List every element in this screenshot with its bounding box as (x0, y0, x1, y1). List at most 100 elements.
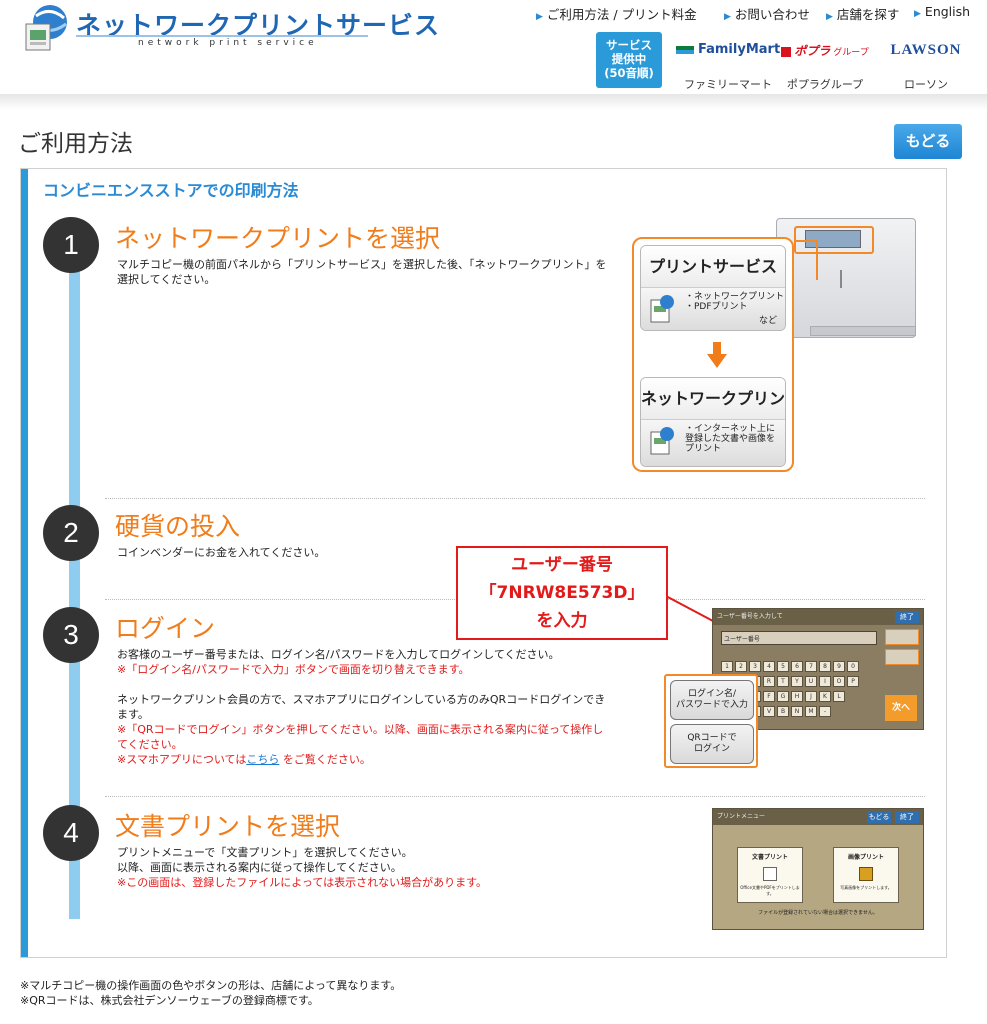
familymart-logo: FamilyMart (676, 42, 780, 64)
callout-line: を入力 (536, 611, 588, 631)
store-poplar[interactable]: ポプラ グループ ポプラグループ (780, 42, 870, 92)
nav-label: お問い合わせ (734, 7, 810, 22)
button-line: ログイン (693, 744, 730, 754)
globe-printer-icon (25, 5, 67, 51)
network-print-box: ネットワークプリント ・インターネット上に 登録した文書や画像を プリント (640, 377, 786, 467)
login-note: ※「ログイン名/パスワードで入力」ボタンで画面を切り替えできます。 (117, 663, 470, 676)
panel-heading: コンビニエンスストアでの印刷方法 (43, 181, 299, 200)
document-print-card: 文書プリント Office文書やPDFをプリントします。 (737, 847, 803, 903)
image-print-card: 画像プリント 写真画像をプリントします。 (833, 847, 899, 903)
badge-line: サービス (606, 38, 652, 52)
nav-usage-pricing[interactable]: ▶ ご利用方法 / プリント料金 (536, 4, 697, 23)
footer-note: ※QRコードは、株式会社デンソーウェーブの登録商標です。 (20, 994, 319, 1007)
footer-notes: ※マルチコピー機の操作画面の色やボタンの形は、店舗によって異なります。 ※QRコ… (20, 978, 401, 1008)
poplar-mark-icon (781, 46, 792, 57)
button-line: QRコードで (687, 733, 737, 743)
step-divider (105, 498, 925, 499)
nav-label: English (924, 4, 971, 19)
print-menu-screen: プリントメニュー もどる 終了 文書プリント Office文書やPDFをプリント… (712, 808, 924, 930)
arrow-down-icon (707, 342, 727, 368)
page-title: ご利用方法 (18, 131, 133, 157)
site-logo[interactable]: ネットワークプリントサービス network print service (18, 0, 439, 60)
user-number-callout: ユーザー番号 「7NRW8E573D」 を入力 (456, 546, 668, 640)
store-familymart[interactable]: FamilyMart ファミリーマート (676, 42, 780, 92)
step-description: お客様のユーザー番号または、ログイン名/パスワードを入力してログインしてください… (117, 647, 613, 767)
logo-subtitle: network print service (138, 38, 318, 48)
step-title: ログイン (115, 614, 216, 643)
app-note: ※スマホアプリについてはこちら をご覧ください。 (117, 752, 613, 767)
photo-icon (859, 867, 873, 881)
step-divider (105, 796, 925, 797)
button-line: ログイン名/ (687, 689, 737, 699)
store-lawson[interactable]: LAWSON ローソン (876, 42, 976, 92)
step-description: マルチコピー機の前面パネルから「プリントサービス」を選択した後、「ネットワークプ… (117, 258, 607, 286)
box-title: ネットワークプリント (641, 378, 785, 420)
user-number-field: ユーザー番号 (721, 631, 877, 645)
site-header: ネットワークプリントサービス network print service ▶ ご利… (0, 0, 987, 96)
poplar-logo: ポプラ グループ (780, 42, 870, 64)
badge-line: (50音順) (604, 66, 654, 80)
nav-contact[interactable]: ▶ お問い合わせ (724, 4, 810, 23)
menu-instruction: プリントメニューで「文書プリント」を選択してください。 (117, 846, 413, 859)
box-lines: ・インターネット上に 登録した文書や画像を プリント (685, 424, 775, 454)
step-number-badge: 4 (43, 805, 99, 861)
app-note-text: ※スマホアプリについては (117, 753, 247, 766)
card-title: 画像プリント (847, 854, 884, 861)
nav-find-store[interactable]: ▶ 店舗を探す (826, 4, 899, 23)
highlight-connector (794, 240, 818, 280)
app-info-link[interactable]: こちら (246, 753, 279, 766)
document-globe-icon (650, 427, 674, 455)
nav-label: ご利用方法 / プリント料金 (546, 7, 697, 22)
nav-label: 店舗を探す (836, 7, 900, 22)
back-button[interactable]: もどる (894, 124, 962, 159)
key-row: 1234567890 (721, 653, 881, 672)
panel-accent-bar (21, 169, 28, 957)
step-number-badge: 3 (43, 607, 99, 663)
qr-login-button: QRコードで ログイン (670, 724, 754, 764)
box-more: など (758, 316, 777, 326)
store-name: ローソン (904, 78, 948, 91)
card-title: 文書プリント (751, 854, 788, 861)
app-note-text: をご覧ください。 (279, 753, 371, 766)
login-name-password-button: ログイン名/ パスワードで入力 (670, 680, 754, 720)
document-icon (763, 867, 777, 881)
box-body: ・インターネット上に 登録した文書や画像を プリント (641, 420, 785, 466)
familymart-stripe-icon (676, 45, 694, 54)
side-button (885, 629, 919, 645)
end-button: 終了 (895, 611, 919, 623)
card-sub: 写真画像をプリントします。 (840, 885, 892, 890)
box-line: ・ネットワークプリント (685, 292, 785, 302)
store-logo-text: FamilyMart (698, 42, 781, 57)
nav-english[interactable]: ▶ English (914, 4, 970, 19)
login-instruction: お客様のユーザー番号または、ログイン名/パスワードを入力してログインしてください… (117, 648, 560, 661)
step-title: ネットワークプリントを選択 (115, 224, 441, 253)
lawson-logo: LAWSON (890, 42, 962, 58)
next-button: 次へ (885, 695, 917, 721)
footer-note: ※マルチコピー機の操作画面の色やボタンの形は、店舗によって異なります。 (20, 979, 402, 992)
step-description: プリントメニューで「文書プリント」を選択してください。 以降、画面に表示される案… (117, 845, 613, 890)
qr-login-note: ※「QRコードでログイン」ボタンを押してください。以降、画面に表示される案内に従… (117, 723, 604, 751)
box-line: プリント (685, 444, 722, 454)
box-title: プリントサービス (641, 246, 785, 288)
card-sub: Office文書やPDFをプリントします。 (740, 885, 800, 896)
back-mini-button: もどる (867, 811, 891, 823)
service-available-badge: サービス 提供中 (50音順) (596, 32, 662, 88)
box-line: ・PDFプリント (685, 302, 748, 312)
login-method-panel: ログイン名/ パスワードで入力 QRコードで ログイン (664, 674, 758, 768)
step-title: 文書プリントを選択 (115, 812, 341, 841)
copier-door (840, 270, 860, 288)
badge-line: 提供中 (611, 52, 647, 66)
end-mini-button: 終了 (895, 811, 919, 823)
logo-underline (76, 35, 368, 37)
callout-line: ユーザー番号 (511, 555, 613, 575)
menu-instruction-2: 以降、画面に表示される案内に従って操作してください。 (117, 861, 402, 874)
header-shadow (0, 94, 987, 110)
store-name: ファミリーマート (684, 78, 772, 91)
print-service-box: プリントサービス ・ネットワークプリント ・PDFプリント など (640, 245, 786, 331)
menu-note: ファイルが登録されていない場合は選択できません。 (758, 910, 878, 916)
document-globe-icon (650, 295, 674, 323)
screen-top-bar: プリントメニュー (713, 809, 923, 825)
qr-login-instruction: ネットワークプリント会員の方で、スマホアプリにログインしている方のみQRコードロ… (117, 693, 606, 721)
menu-note: ※この画面は、登録したファイルによっては表示されない場合があります。 (117, 876, 488, 889)
